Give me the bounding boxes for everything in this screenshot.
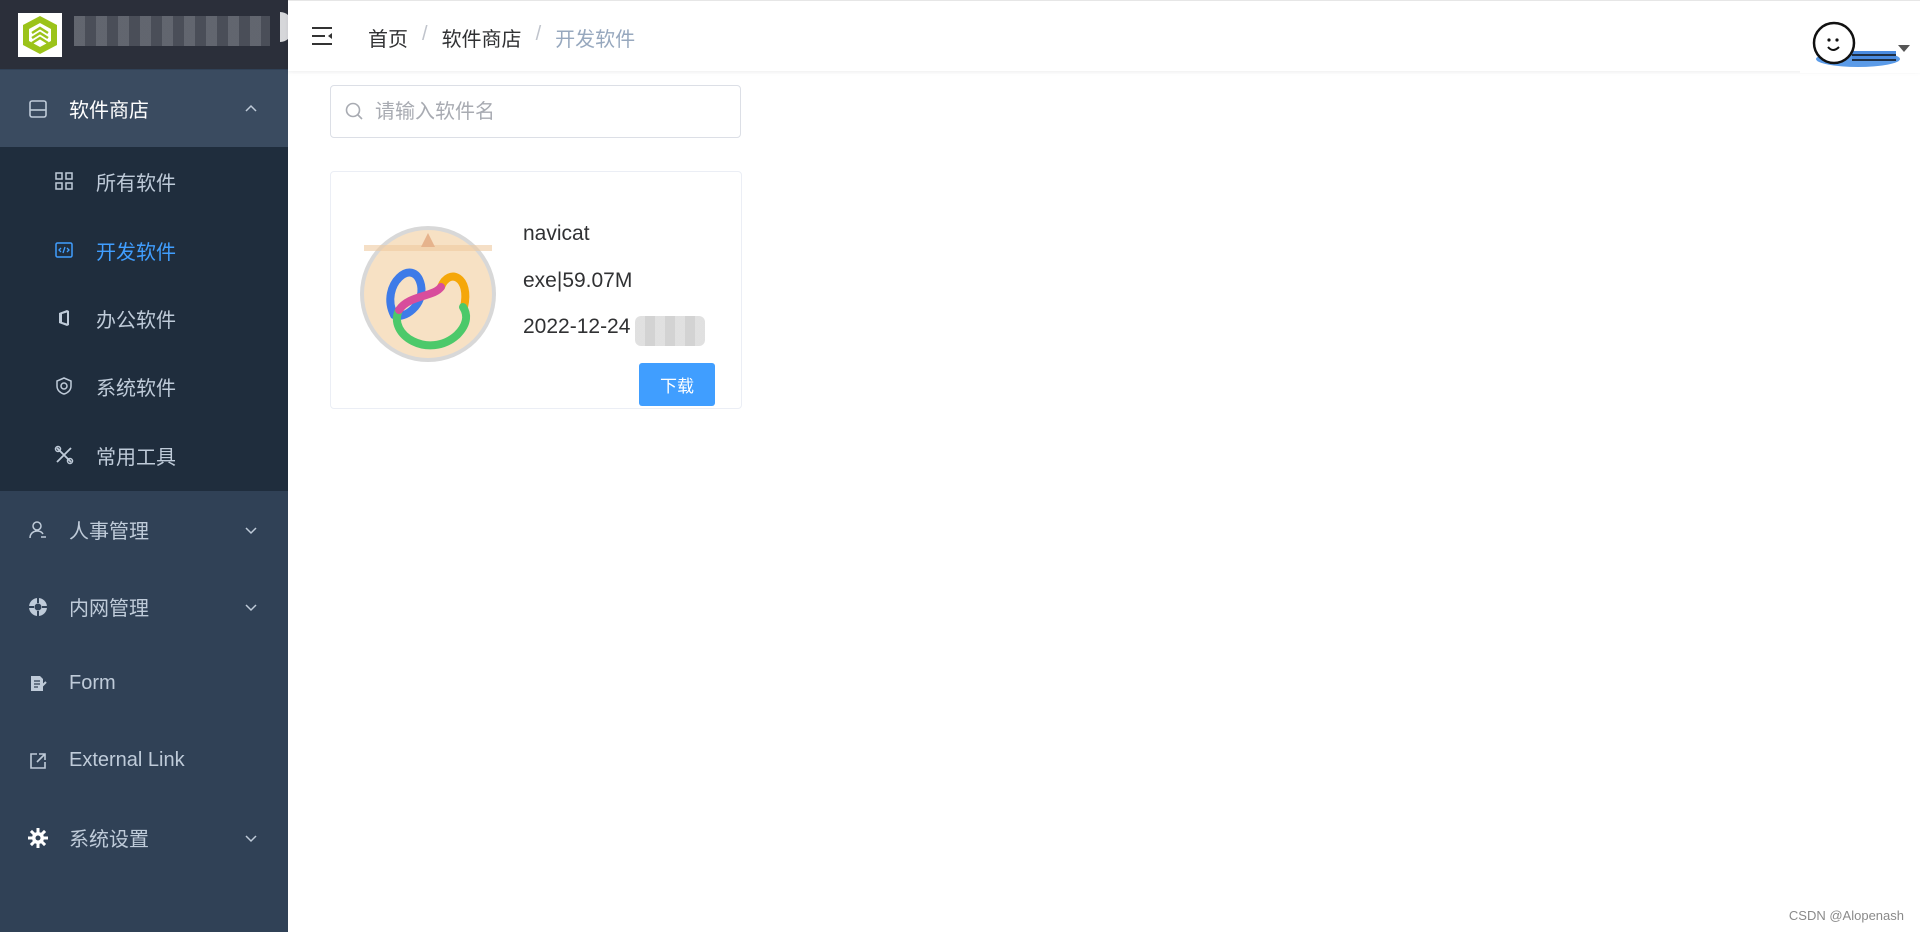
software-meta: exe|59.07M <box>523 269 633 292</box>
submenu-label: 系统软件 <box>96 377 176 400</box>
menu-label: 系统设置 <box>69 829 149 851</box>
gear-icon <box>26 826 50 850</box>
chevron-down-icon <box>242 521 260 539</box>
submenu-common-tools[interactable]: 常用工具 <box>0 421 288 489</box>
watermark: CSDN @Alopenash <box>1788 908 1904 923</box>
download-button[interactable]: 下载 <box>639 363 715 406</box>
software-card: navicat exe|59.07M 2022-12-24 下载 <box>330 171 742 409</box>
menu-label: 软件商店 <box>69 100 149 122</box>
menu-label: 人事管理 <box>69 521 149 543</box>
submenu-software-store: 所有软件 开发软件 办公软件 系统软件 常用工具 <box>0 147 288 491</box>
code-icon <box>53 239 75 261</box>
chevron-up-icon <box>242 100 260 118</box>
avatar[interactable] <box>1812 15 1900 71</box>
submenu-office-software[interactable]: 办公软件 <box>0 284 288 352</box>
search-input[interactable] <box>373 86 732 139</box>
breadcrumb: 首页 / 软件商店 / 开发软件 <box>368 23 635 52</box>
store-icon <box>26 97 50 121</box>
chevron-down-icon <box>242 598 260 616</box>
tools-icon <box>53 444 75 466</box>
menu-software-store[interactable]: 软件商店 <box>0 70 288 147</box>
user-icon <box>26 518 50 542</box>
breadcrumb-separator: / <box>422 23 428 45</box>
menu-intranet-management[interactable]: 内网管理 <box>0 568 288 645</box>
menu-form[interactable]: Form <box>0 645 288 722</box>
submenu-system-software[interactable]: 系统软件 <box>0 352 288 420</box>
logo-bar <box>0 0 288 69</box>
app-name-redacted <box>74 16 270 46</box>
network-icon <box>26 595 50 619</box>
form-icon <box>26 672 50 696</box>
navicat-logo-icon <box>359 225 497 363</box>
chevron-down-icon <box>242 829 260 847</box>
sidebar: 软件商店 所有软件 开发软件 办公软件 系统软件 常用工具 人事管理 内网管理 … <box>0 0 288 932</box>
menu-external-link[interactable]: External Link <box>0 722 288 799</box>
caret-down-icon[interactable] <box>1898 45 1910 52</box>
breadcrumb-current: 开发软件 <box>555 29 636 51</box>
search-icon <box>344 101 364 121</box>
submenu-label: 常用工具 <box>96 446 176 469</box>
external-link-icon <box>26 749 50 773</box>
user-menu[interactable] <box>1800 1 1920 73</box>
menu-label: External Link <box>69 749 185 771</box>
submenu-label: 办公软件 <box>96 309 176 332</box>
logo-icon[interactable] <box>18 13 62 57</box>
search-box <box>330 85 741 139</box>
breadcrumb-software-store[interactable]: 软件商店 <box>442 23 522 52</box>
hamburger-icon[interactable] <box>310 24 334 48</box>
menu-label: Form <box>69 672 116 694</box>
software-date: 2022-12-24 <box>523 315 631 338</box>
submenu-all-software[interactable]: 所有软件 <box>0 147 288 215</box>
menu-hr-management[interactable]: 人事管理 <box>0 491 288 568</box>
grid-icon <box>53 170 75 192</box>
breadcrumb-separator: / <box>535 23 542 45</box>
menu-label: 内网管理 <box>69 598 149 620</box>
collapse-handle[interactable] <box>280 12 288 42</box>
shield-icon <box>53 375 75 397</box>
submenu-label: 所有软件 <box>96 172 176 195</box>
menu-system-settings[interactable]: 系统设置 <box>0 799 288 876</box>
office-icon <box>53 307 75 329</box>
top-navbar: 首页 / 软件商店 / 开发软件 <box>288 0 1920 73</box>
breadcrumb-home[interactable]: 首页 <box>368 23 408 52</box>
submenu-dev-software[interactable]: 开发软件 <box>0 216 288 284</box>
software-name: navicat <box>523 222 590 245</box>
redacted-blur <box>635 316 705 346</box>
submenu-label: 开发软件 <box>96 241 176 264</box>
